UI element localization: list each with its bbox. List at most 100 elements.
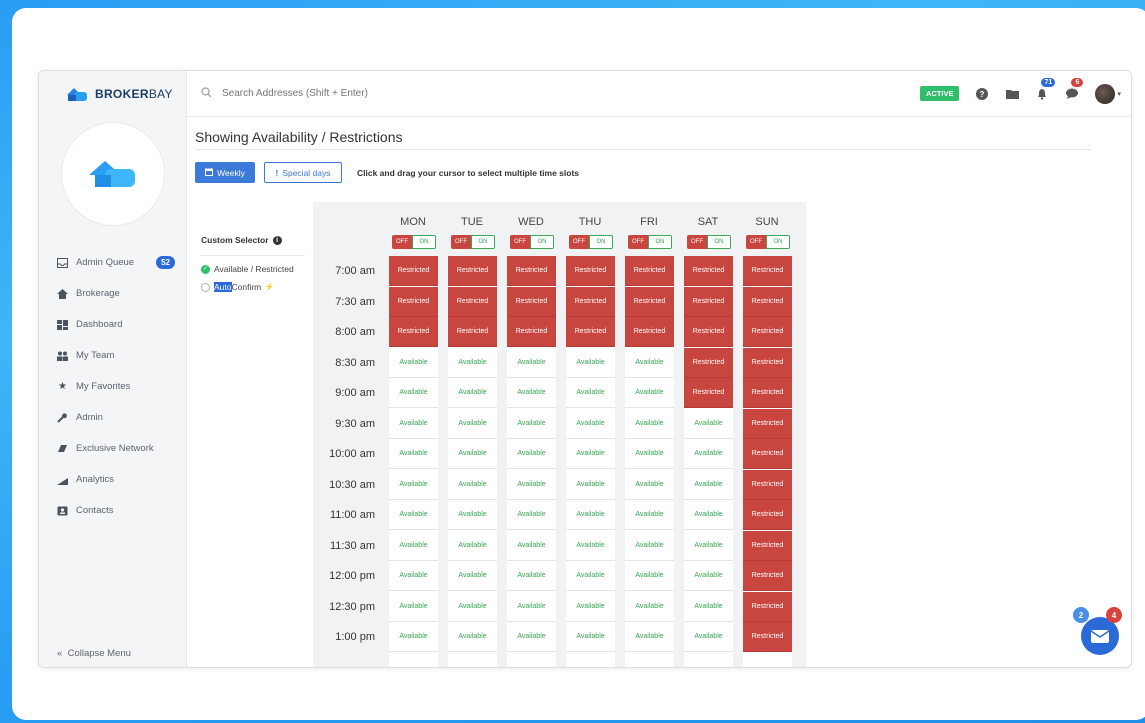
time-slot-mon[interactable]: Available [389, 591, 438, 622]
time-slot-thu[interactable]: Available [566, 591, 615, 622]
time-slot-thu[interactable]: Available [566, 561, 615, 591]
time-slot-tue[interactable]: Available [448, 500, 497, 530]
time-slot-tue[interactable]: Available [448, 469, 497, 500]
day-toggle-fri[interactable]: OFF ON [628, 235, 672, 249]
time-slot-wed[interactable]: Available [507, 439, 556, 469]
time-slot-fri[interactable]: Available [625, 530, 674, 561]
time-slot-fri[interactable]: Restricted [625, 256, 674, 286]
day-toggle-thu[interactable]: OFF ON [569, 235, 613, 249]
day-toggle-sat[interactable]: OFF ON [687, 235, 731, 249]
sidebar-item-brokerage[interactable]: Brokerage [39, 278, 187, 309]
folder-icon[interactable] [1005, 87, 1019, 101]
time-slot-thu[interactable]: Available [566, 378, 615, 408]
time-slot-thu[interactable]: Available [566, 347, 615, 378]
time-slot-sun[interactable]: Restricted [743, 530, 792, 561]
time-slot-wed[interactable]: Restricted [507, 286, 556, 317]
weekly-tab-button[interactable]: Weekly [195, 162, 255, 183]
time-slot-wed[interactable]: Available [507, 469, 556, 500]
time-slot-tue[interactable]: Restricted [448, 317, 497, 347]
time-slot-sun[interactable]: Restricted [743, 591, 792, 622]
time-slot-thu[interactable]: Available [566, 622, 615, 652]
special-days-tab-button[interactable]: ! Special days [264, 162, 342, 183]
time-slot-mon[interactable]: Restricted [389, 286, 438, 317]
time-slot-sat[interactable]: Available [684, 591, 733, 622]
day-toggle-mon[interactable]: OFF ON [392, 235, 436, 249]
time-slot-mon[interactable]: Available [389, 378, 438, 408]
time-slot-tue[interactable]: Available [448, 591, 497, 622]
time-slot-tue[interactable]: Restricted [448, 286, 497, 317]
time-slot-wed[interactable]: Available [507, 591, 556, 622]
sidebar-item-exclusive-network[interactable]: Exclusive Network [39, 433, 187, 464]
time-slot-sun[interactable]: Restricted [743, 469, 792, 500]
time-slot-tue[interactable]: Available [448, 622, 497, 652]
time-slot-sat[interactable]: Restricted [684, 347, 733, 378]
time-slot-mon[interactable]: Available [389, 408, 438, 439]
time-slot-sun[interactable]: Restricted [743, 500, 792, 530]
time-slot-fri[interactable]: Restricted [625, 286, 674, 317]
time-slot-sun[interactable]: Restricted [743, 256, 792, 286]
time-slot-wed[interactable]: Available [507, 561, 556, 591]
time-slot-sat[interactable]: Available [684, 561, 733, 591]
time-slot-sun[interactable]: Restricted [743, 378, 792, 408]
time-slot-tue[interactable]: Available [448, 408, 497, 439]
time-slot-sat[interactable]: Restricted [684, 378, 733, 408]
time-slot-tue[interactable]: Restricted [448, 256, 497, 286]
day-toggle-wed[interactable]: OFF ON [510, 235, 554, 249]
time-slot-wed[interactable]: Available [507, 500, 556, 530]
time-slot-sat[interactable]: Available [684, 500, 733, 530]
time-slot-sat[interactable]: Restricted [684, 256, 733, 286]
time-slot-fri[interactable]: Available [625, 378, 674, 408]
time-slot-sun[interactable]: Restricted [743, 317, 792, 347]
sidebar-item-admin[interactable]: Admin [39, 402, 187, 433]
time-slot-mon[interactable]: Available [389, 622, 438, 652]
time-slot-sat[interactable]: Available [684, 408, 733, 439]
time-slot-sat[interactable]: Available [684, 622, 733, 652]
time-slot-tue[interactable]: Available [448, 530, 497, 561]
option-available-restricted[interactable]: Available / Restricted [201, 264, 305, 274]
time-slot-wed[interactable]: Available [507, 530, 556, 561]
bell-icon[interactable]: 71 [1035, 77, 1056, 101]
time-slot-fri[interactable]: Available [625, 347, 674, 378]
time-slot-thu[interactable]: Available [566, 439, 615, 469]
search-input[interactable] [222, 88, 522, 99]
time-slot-sat[interactable]: Restricted [684, 286, 733, 317]
brokerage-avatar[interactable] [62, 123, 164, 225]
sidebar-item-my-team[interactable]: My Team [39, 340, 187, 371]
user-menu[interactable]: ▾ [1095, 83, 1121, 104]
time-slot-sun[interactable]: Restricted [743, 408, 792, 439]
time-slot-fri[interactable]: Available [625, 439, 674, 469]
sidebar-item-contacts[interactable]: Contacts [39, 495, 187, 526]
time-slot-fri[interactable]: Available [625, 500, 674, 530]
time-slot-mon[interactable]: Available [389, 469, 438, 500]
time-slot-thu[interactable]: Restricted [566, 317, 615, 347]
time-slot-wed[interactable]: Restricted [507, 256, 556, 286]
chat-launcher-button[interactable]: 2 4 [1073, 607, 1122, 655]
time-slot-mon[interactable]: Restricted [389, 256, 438, 286]
time-slot-sun[interactable]: Restricted [743, 286, 792, 317]
time-slot-wed[interactable]: Available [507, 622, 556, 652]
time-slot-fri[interactable]: Restricted [625, 317, 674, 347]
time-slot-tue[interactable]: Available [448, 347, 497, 378]
time-slot-fri[interactable]: Available [625, 469, 674, 500]
time-slot-tue[interactable]: Available [448, 439, 497, 469]
sidebar-item-dashboard[interactable]: Dashboard [39, 309, 187, 340]
time-slot-thu[interactable]: Available [566, 408, 615, 439]
brand-logo[interactable]: BROKERBAY [39, 71, 186, 117]
time-slot-mon[interactable]: Restricted [389, 317, 438, 347]
time-slot-sun[interactable]: Restricted [743, 561, 792, 591]
time-slot-tue[interactable]: Available [448, 378, 497, 408]
time-slot-sun[interactable]: Restricted [743, 622, 792, 652]
chat-bubble-icon[interactable]: 6 [1065, 77, 1084, 101]
time-slot-mon[interactable]: Available [389, 500, 438, 530]
time-slot-mon[interactable]: Available [389, 347, 438, 378]
time-slot-sat[interactable]: Available [684, 530, 733, 561]
time-slot-thu[interactable]: Available [566, 469, 615, 500]
time-slot-wed[interactable]: Available [507, 378, 556, 408]
time-slot-wed[interactable]: Available [507, 347, 556, 378]
help-icon[interactable]: ? [975, 87, 989, 101]
time-slot-fri[interactable]: Available [625, 561, 674, 591]
time-slot-fri[interactable]: Available [625, 408, 674, 439]
sidebar-item-admin-queue[interactable]: Admin Queue 52 [39, 247, 187, 278]
time-slot-thu[interactable]: Available [566, 530, 615, 561]
time-slot-sat[interactable]: Available [684, 439, 733, 469]
